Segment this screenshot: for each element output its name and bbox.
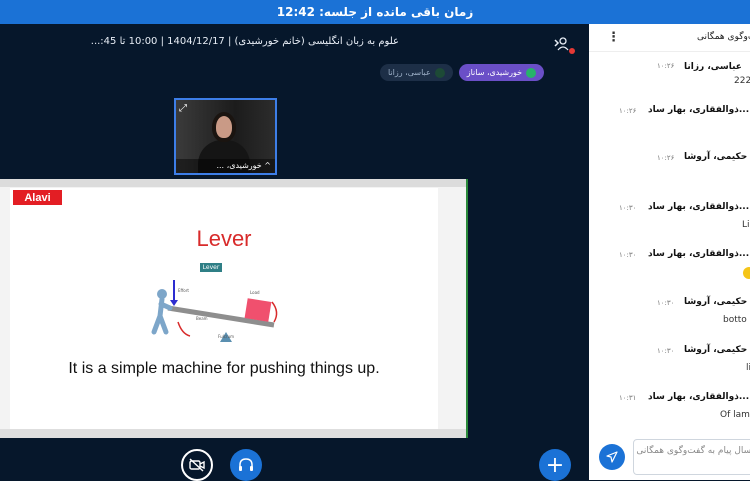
slide-tag: Lever [200, 263, 222, 272]
message-time: ۱۰:۲۶ [657, 154, 675, 162]
message-sender: حکیمی، آروشا [684, 297, 748, 307]
message-time: ۱۰:۲۶ [657, 62, 675, 70]
microphone-icon [526, 67, 537, 78]
message-time: ۱۰:۳۰ [657, 347, 675, 355]
chat-message-input[interactable]: ارسال پیام به گفت‌وگوی همگانی [633, 439, 750, 475]
session-timer-bar: زمان باقی مانده از جلسه: 12:42 [0, 0, 750, 24]
plus-icon: + [545, 452, 565, 478]
message-time: ۱۰:۲۶ [619, 107, 637, 115]
main-stage: علوم به زبان انگلیسی (خانم خورشیدی) | 14… [0, 24, 589, 481]
chat-header: ⋮ گفت‌وگوی همگانی [589, 24, 750, 52]
presentation-titlebar [0, 179, 466, 187]
emoji-icon [743, 267, 750, 279]
webcam-person-head [212, 112, 236, 142]
message-sender: ذوالفقاری، بهار ساد... [648, 105, 750, 115]
message-time: ۱۰:۳۰ [657, 299, 675, 307]
message-text: Of lam [720, 410, 750, 420]
send-button[interactable] [599, 444, 625, 470]
message-text: 222 [734, 76, 750, 86]
speaker-name: عباسی، رزانا [388, 68, 431, 77]
notification-dot [569, 48, 575, 54]
chat-title: گفت‌وگوی همگانی [697, 32, 750, 42]
effort-label: Effort [178, 288, 189, 293]
chat-messages: ۱۰:۲۶ عباسی، رزانا 222 ۱۰:۲۶ ذوالفقاری، … [589, 52, 750, 432]
speaker-list: خورشیدی، ساناز عباسی، رزانا [380, 64, 545, 81]
message-text: li [746, 363, 750, 373]
school-logo: Alavi [13, 190, 62, 205]
message-time: ۱۰:۳۰ [619, 204, 637, 212]
presentation-area: Alavi Lever Lever Effort Load Fulcrum Be… [0, 179, 468, 438]
motion-arrow-right [271, 301, 278, 323]
message-text: Li [742, 220, 750, 230]
effort-arrowhead [170, 300, 178, 306]
beam-label: Beam [196, 316, 208, 321]
kebab-menu-icon[interactable]: ⋮ [607, 30, 620, 45]
speaker-name: خورشیدی، ساناز [466, 68, 523, 77]
webcam-name: ^ خورشیدی، ... [176, 159, 275, 173]
slide-caption: It is a simple machine for pushing thing… [68, 360, 380, 377]
send-icon [606, 451, 618, 463]
message-sender: ذوالفقاری، بهار ساد... [648, 249, 750, 259]
users-list-button[interactable] [553, 36, 575, 54]
message-sender: ذوالفقاری، بهار ساد... [648, 202, 750, 212]
load-box [244, 298, 272, 322]
camera-toggle-button[interactable] [181, 449, 213, 481]
speaker-pill[interactable]: عباسی، رزانا [380, 64, 453, 81]
meeting-title: علوم به زبان انگلیسی (خانم خورشیدی) | 14… [90, 36, 399, 47]
public-chat-panel: ⋮ گفت‌وگوی همگانی ۱۰:۲۶ عباسی، رزانا 222… [589, 24, 750, 480]
load-label: Load [250, 290, 260, 295]
lever-diagram: Effort Load Fulcrum Beam [151, 280, 278, 342]
headphones-icon [239, 458, 253, 471]
message-text: botto [723, 315, 747, 325]
slide-title: Lever [196, 226, 252, 251]
person-body [151, 296, 173, 335]
fulcrum-label: Fulcrum [218, 334, 234, 339]
message-sender: حکیمی، آروشا [684, 152, 748, 162]
message-time: ۱۰:۳۱ [619, 394, 637, 402]
speaker-pill-active[interactable]: خورشیدی، ساناز [458, 64, 545, 81]
motion-arrow-left [177, 321, 191, 337]
message-sender: عباسی، رزانا [684, 62, 742, 72]
video-off-icon [189, 458, 205, 472]
message-sender: ذوالفقاری، بهار ساد... [648, 392, 750, 402]
users-icon [554, 37, 569, 51]
slide: Alavi Lever Lever Effort Load Fulcrum Be… [10, 188, 438, 429]
chat-input-placeholder: ارسال پیام به گفت‌وگوی همگانی [636, 446, 750, 456]
actions-plus-button[interactable]: + [539, 449, 571, 481]
expand-icon[interactable]: ⤢ [179, 103, 187, 114]
audio-button[interactable] [230, 449, 262, 481]
webcam-tile[interactable]: ⤢ ^ خورشیدی، ... [174, 98, 277, 175]
message-sender: حکیمی، آروشا [684, 345, 748, 355]
microphone-icon [434, 67, 445, 78]
session-timer-text: زمان باقی مانده از جلسه: 12:42 [276, 5, 474, 19]
message-time: ۱۰:۳۰ [619, 251, 637, 259]
presentation-statusbar [0, 429, 466, 438]
